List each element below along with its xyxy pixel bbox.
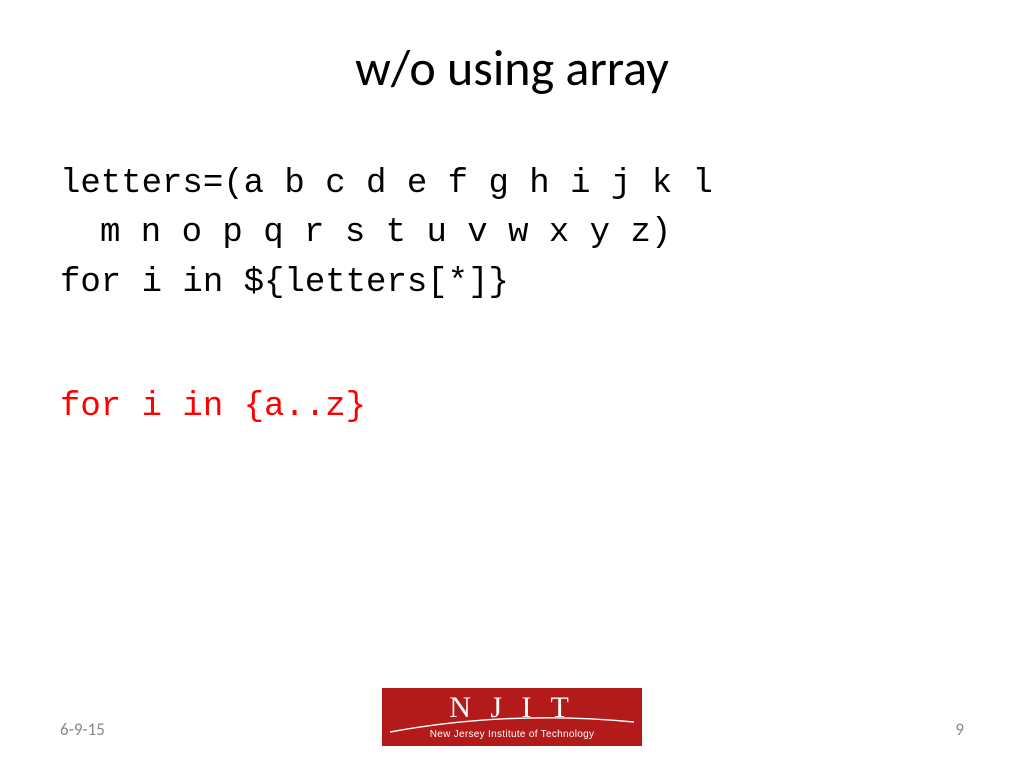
code-line-1: letters=(a b c d e f g h i j k l [60,160,964,209]
blank-line [60,308,964,383]
slide-title: w/o using array [0,38,1024,99]
code-line-1b-text: m n o p q r s t u v w x y z) [60,209,671,258]
njit-logo: N J I T New Jersey Institute of Technolo… [382,688,642,746]
footer-date: 6-9-15 [60,719,105,740]
slide-body: letters=(a b c d e f g h i j k l m n o p… [60,160,964,432]
code-line-3: for i in {a..z} [60,383,964,432]
logo-acronym: N J I T [449,693,575,723]
slide-footer: 6-9-15 N J I T New Jersey Institute of T… [0,686,1024,746]
footer-page-number: 9 [955,719,964,740]
code-line-2: for i in ${letters[*]} [60,259,964,308]
code-line-1b: m n o p q r s t u v w x y z) [60,209,964,258]
slide: w/o using array letters=(a b c d e f g h… [0,0,1024,768]
logo-subtitle: New Jersey Institute of Technology [430,729,595,740]
